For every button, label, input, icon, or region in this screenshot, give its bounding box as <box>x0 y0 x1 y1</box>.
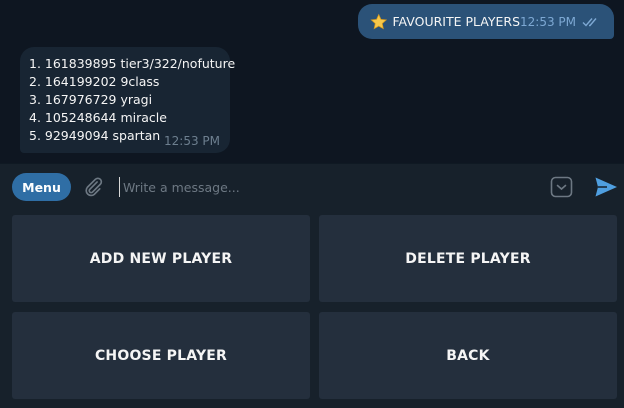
player-line-1: 1. 161839895 tier3/322/nofuture <box>29 56 236 71</box>
bot-keyboard-icon[interactable] <box>550 176 573 198</box>
outgoing-message-meta: 12:53 PM <box>520 15 602 29</box>
player-line-3: 3. 167976729 yragi <box>29 92 153 107</box>
send-icon[interactable] <box>594 176 618 198</box>
star-icon <box>370 13 388 29</box>
player-line-2: 2. 164199202 9class <box>29 74 160 89</box>
choose-player-button[interactable]: CHOOSE PLAYER <box>12 312 310 399</box>
chat-area: FAVOURITE PLAYERS 12:53 PM 1. 161839895 … <box>0 0 624 163</box>
incoming-message[interactable]: 1. 161839895 tier3/322/nofuture 2. 16419… <box>20 47 236 153</box>
outgoing-message-text: FAVOURITE PLAYERS <box>392 14 520 29</box>
outgoing-message[interactable]: FAVOURITE PLAYERS 12:53 PM <box>358 4 614 39</box>
reply-keyboard: ADD NEW PLAYER DELETE PLAYER CHOOSE PLAY… <box>0 209 624 408</box>
message-input[interactable] <box>119 177 523 197</box>
incoming-message-time: 12:53 PM <box>164 134 220 148</box>
outgoing-message-time: 12:53 PM <box>520 14 576 29</box>
player-line-4: 4. 105248644 miracle <box>29 110 167 125</box>
paperclip-icon[interactable] <box>82 176 104 198</box>
menu-button[interactable]: Menu <box>12 173 71 201</box>
message-composer: Menu <box>0 163 624 209</box>
double-check-icon <box>582 17 597 27</box>
back-button[interactable]: BACK <box>319 312 617 399</box>
delete-player-button[interactable]: DELETE PLAYER <box>319 215 617 302</box>
add-new-player-button[interactable]: ADD NEW PLAYER <box>12 215 310 302</box>
